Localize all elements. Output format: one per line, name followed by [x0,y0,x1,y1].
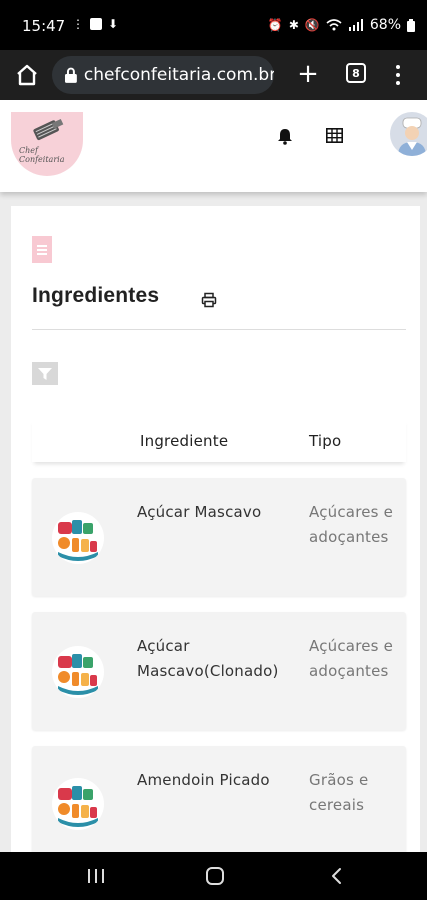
grid-icon[interactable] [326,128,343,143]
tabs-icon[interactable]: 8 [346,63,366,83]
table-row[interactable]: Açúcar Mascavo(Clonado) Açúcares e adoça… [32,612,406,730]
ingredient-type: Açúcares e adoçantes [309,503,394,546]
hamburger-icon[interactable] [32,236,52,263]
status-time: 15:47 [22,17,66,35]
image-icon [90,18,102,30]
logo-text: Chef Confeitaria [19,146,65,164]
system-nav-bar [0,852,427,900]
alarm-icon: ⏰ [267,18,283,32]
download-icon: ⬇ [108,17,119,31]
table-header: Ingrediente Tipo [32,418,406,462]
tab-count: 8 [352,66,360,80]
page-title: Ingredientes [32,284,160,307]
column-header-type[interactable]: Tipo [309,432,341,450]
battery-icon [407,18,415,32]
ingredient-thumbnail [52,512,104,564]
groceries-icon [58,654,98,695]
ingredient-name: Amendoin Picado [137,771,270,789]
ingredient-type: Grãos e cereais [309,771,369,814]
bell-icon[interactable] [276,127,294,145]
ingredient-thumbnail [52,646,104,698]
battery-percent: 68% [369,17,401,33]
status-bar: 15:47 ⋮ ⬇ ⏰ ✱ 🔇 68% [0,0,427,50]
home-icon[interactable] [14,62,40,88]
menu-icon[interactable] [390,62,406,88]
table-row[interactable]: Amendoin Picado Grãos e cereais [32,746,406,852]
app-header: Chef Confeitaria [0,100,427,192]
ingredient-type: Açúcares e adoçantes [309,637,394,680]
sim-icon: ⋮ [72,17,84,31]
print-icon[interactable] [201,292,217,308]
filter-button[interactable] [32,362,58,385]
ingredient-thumbnail [52,778,104,830]
status-right: ⏰ ✱ 🔇 68% [268,17,415,33]
ingredient-name: Açúcar Mascavo [137,503,262,521]
home-button-icon[interactable] [206,867,224,885]
groceries-icon [58,786,98,827]
signal-icon [348,19,363,31]
column-header-ingredient[interactable]: Ingrediente [140,432,228,450]
lock-icon [64,67,77,83]
ingredients-card: Ingredientes Ingrediente Tipo Açúcar Mas… [11,206,420,852]
url-text: chefconfeitaria.com.br [83,65,274,85]
new-tab-icon[interactable]: + [296,60,320,90]
ingredient-name: Açúcar Mascavo(Clonado) [137,637,279,680]
address-bar[interactable]: chefconfeitaria.com.br [52,56,274,94]
recent-apps-icon[interactable] [88,869,104,883]
logo[interactable]: Chef Confeitaria [11,112,83,176]
wifi-icon [326,19,342,31]
bluetooth-icon: ✱ [288,18,299,32]
filter-icon [38,367,52,380]
divider [32,329,406,330]
status-left-icons: ⋮ ⬇ [72,18,118,30]
table-row[interactable]: Açúcar Mascavo Açúcares e adoçantes [32,478,406,596]
chef-avatar-graphic [398,117,426,156]
back-icon[interactable] [328,867,346,885]
groceries-icon [58,520,98,561]
mute-icon: 🔇 [304,18,320,32]
browser-toolbar: chefconfeitaria.com.br + 8 [0,50,427,100]
avatar[interactable] [390,112,427,156]
web-page: Chef Confeitaria Ingredientes Ingredient… [0,100,427,852]
